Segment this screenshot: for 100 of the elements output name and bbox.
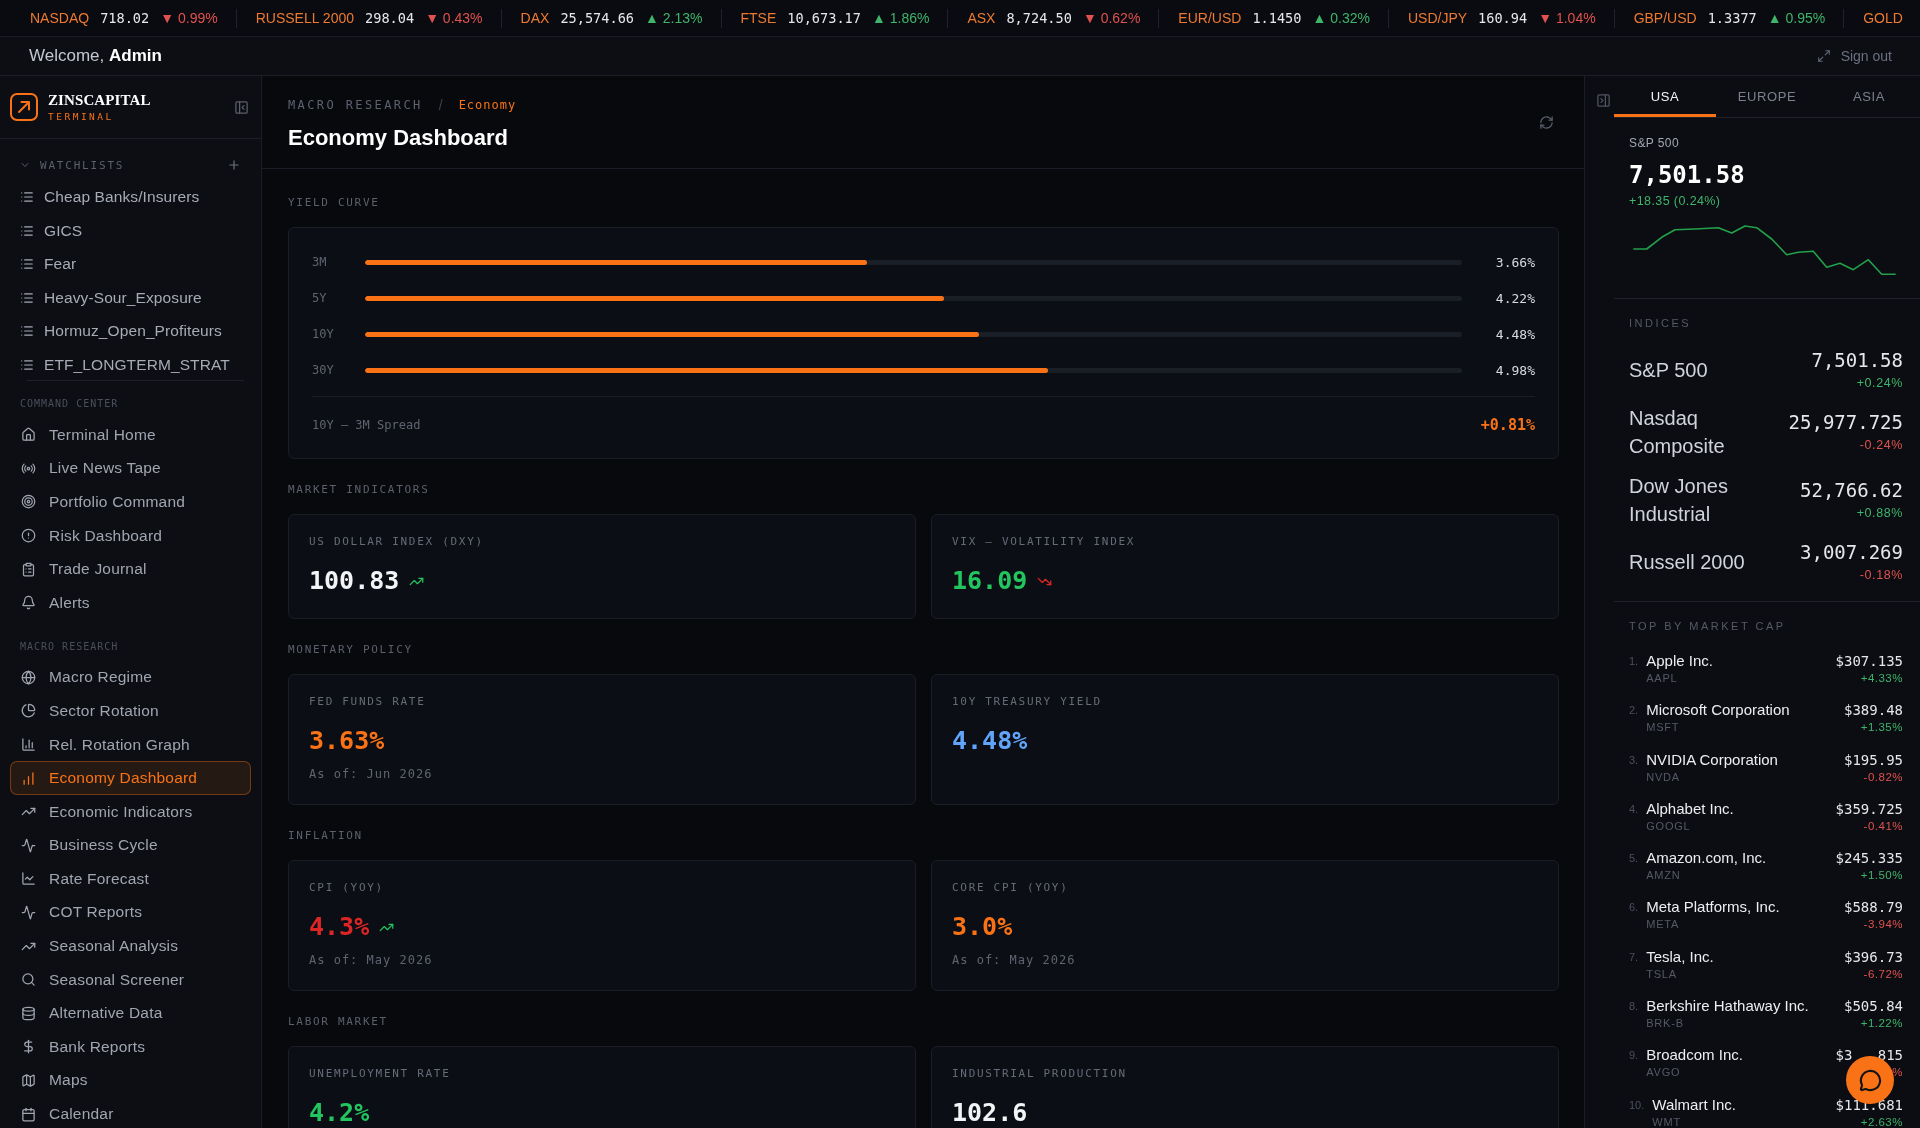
nav-item[interactable]: Bank Reports (10, 1030, 251, 1064)
company-name: Berkshire Hathaway Inc. (1646, 997, 1810, 1016)
nav-item[interactable]: COT Reports (10, 895, 251, 930)
breadcrumb-current: Economy (458, 97, 517, 112)
company-ticker: WMT (1652, 1115, 1682, 1128)
as-of-date: As of: May 2026 (952, 953, 1077, 967)
indicator-value: 3.0% (952, 913, 1013, 941)
ticker-symbol: GOLD (1863, 10, 1903, 26)
dollar-icon (21, 1039, 36, 1055)
stock-price: $245.335 (1835, 850, 1903, 867)
nav-item[interactable]: Portfolio Command (10, 485, 251, 519)
stock-price: $307.135 (1835, 653, 1903, 669)
index-value: 7,501.58 (1811, 348, 1903, 372)
company-name: NVIDIA Corporation (1646, 750, 1779, 769)
rank-number: 5. (1629, 851, 1639, 867)
ticker-change: ▼ 0.99% (160, 10, 218, 26)
region-tab[interactable]: USA (1614, 76, 1716, 117)
bar-chart-icon (21, 770, 36, 786)
index-name: Dow Jones Industrial (1629, 474, 1729, 527)
rank-number: 4. (1629, 801, 1639, 817)
nav-item[interactable]: Calendar (10, 1097, 251, 1128)
section-label: INFLATION (288, 829, 364, 843)
nav-item[interactable]: Maps (10, 1063, 251, 1098)
nav-item[interactable]: Terminal Home (10, 417, 251, 452)
ticker-symbol: EUR/USD (1178, 10, 1242, 26)
ticker-price: 1.1450 (1252, 10, 1302, 26)
nav-item[interactable]: Alternative Data (10, 996, 251, 1031)
company-name: Walmart Inc. (1652, 1095, 1737, 1114)
ticker-change: ▲ 1.86% (871, 10, 930, 26)
stock-price: $3 (1835, 1047, 1853, 1064)
region-tab[interactable]: ASIA (1818, 76, 1920, 117)
nav-item[interactable]: Business Cycle (10, 828, 251, 863)
company-ticker: MSFT (1646, 721, 1681, 734)
watchlist-item[interactable]: Hormuz_Open_Profiteurs (0, 316, 261, 347)
indicator-value: 100.83 (309, 567, 400, 595)
featured-index-value: 7,501.58 (1629, 160, 1746, 190)
watchlist-item[interactable]: ETF_LONGTERM_STRAT (0, 349, 261, 380)
rank-number: 7. (1629, 949, 1639, 965)
rank-number: 1. (1629, 654, 1639, 669)
nav-item[interactable]: Rate Forecast (10, 862, 251, 896)
globe-icon (21, 669, 36, 685)
company-name: Tesla, Inc. (1646, 947, 1715, 966)
page-title: Economy Dashboard (288, 124, 510, 151)
ticker-symbol: ASX (967, 10, 996, 26)
ticker-symbol: RUSSELL 2000 (255, 10, 354, 26)
pie-chart-icon (21, 703, 36, 719)
region-tab[interactable]: EUROPE (1716, 76, 1818, 117)
watchlist-item[interactable]: Cheap Banks/Insurers (0, 182, 261, 212)
stock-price: 815 (1877, 1047, 1903, 1064)
nav-item[interactable]: Seasonal Analysis (10, 929, 251, 963)
section-label: LABOR MARKET (288, 1015, 389, 1029)
nav-item[interactable]: Risk Dashboard (10, 518, 251, 553)
add-icon[interactable] (227, 158, 241, 172)
company-name: Apple Inc. (1646, 652, 1714, 670)
panel-toggle-icon[interactable] (1596, 93, 1611, 108)
company-ticker: META (1646, 918, 1681, 931)
indicator-value: 16.09 (952, 567, 1028, 595)
indicator-value: 4.2% (309, 1099, 370, 1127)
nav-item[interactable]: Economic Indicators (10, 794, 251, 829)
watchlist-item[interactable]: Fear (0, 249, 261, 280)
ticker-price: 8,724.50 (1006, 10, 1072, 26)
indicator-value: 4.48% (952, 727, 1028, 755)
nav-item[interactable]: Live News Tape (10, 451, 251, 486)
nav-item[interactable]: Trade Journal (10, 552, 251, 586)
breadcrumb-separator: / (438, 96, 443, 113)
calendar-icon (21, 1106, 36, 1122)
tenor-label: 30Y (312, 363, 335, 377)
stock-price: $588.79 (1844, 899, 1903, 916)
refresh-icon[interactable] (1539, 114, 1554, 130)
indicator-value: 102.6 (952, 1099, 1028, 1127)
pulse-icon (21, 837, 36, 853)
nav-item[interactable]: Rel. Rotation Graph (10, 727, 251, 762)
nav-item[interactable]: Economy Dashboard (10, 761, 251, 795)
nav-item[interactable]: Seasonal Screener (10, 962, 251, 997)
nav-item[interactable]: Alerts (10, 585, 251, 620)
watchlist-item[interactable]: Heavy-Sour_Exposure (0, 282, 261, 313)
indicator-label: VIX — VOLATILITY INDEX (952, 535, 1137, 549)
rank-number: 3. (1629, 752, 1639, 768)
yield-value: 4.98% (1494, 362, 1535, 378)
list-icon (20, 190, 34, 204)
section-label: YIELD CURVE (288, 196, 381, 210)
index-change: +0.88% (1856, 505, 1903, 522)
index-name: S&P 500 (1629, 358, 1709, 383)
indicator-value: 3.63% (309, 727, 385, 755)
search-icon (21, 972, 36, 988)
stock-price: $359.725 (1835, 800, 1903, 817)
map-icon (21, 1072, 36, 1088)
list-icon (20, 357, 34, 372)
nav-item[interactable]: Sector Rotation (10, 694, 251, 728)
index-change: -0.18% (1859, 567, 1903, 584)
ticker-change: ▼ 0.62% (1082, 10, 1141, 26)
watchlist-item[interactable]: GICS (0, 215, 261, 246)
list-icon (20, 324, 34, 339)
nav-item[interactable]: Macro Regime (10, 660, 251, 695)
sidebar-toggle-icon[interactable] (234, 99, 249, 115)
company-name: Alphabet Inc. (1646, 799, 1735, 818)
expand-icon[interactable] (1816, 49, 1831, 63)
chat-bubble-icon (1858, 1068, 1882, 1092)
sign-out-link[interactable]: Sign out (1840, 48, 1892, 64)
alert-circle-icon (21, 528, 36, 544)
